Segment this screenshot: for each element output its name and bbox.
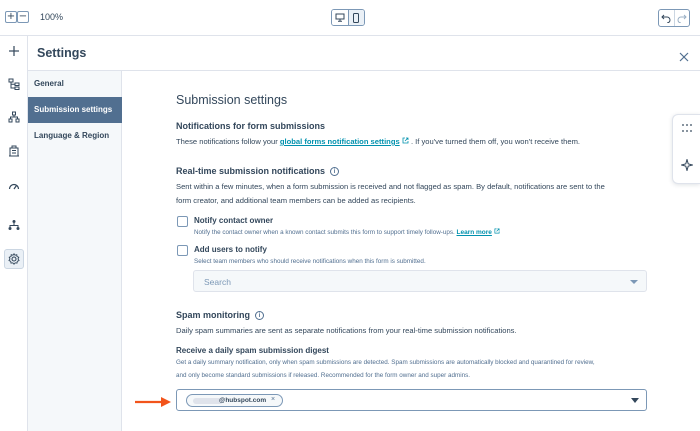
workflow-button[interactable]	[4, 107, 24, 127]
grid-dots-icon	[682, 124, 692, 132]
realtime-heading: Real-time submission notifications i	[176, 166, 340, 176]
close-icon	[679, 52, 689, 62]
top-toolbar: + − 100%	[0, 0, 700, 36]
tree-icon	[8, 78, 20, 90]
redo-button[interactable]	[673, 10, 689, 26]
gauge-icon	[8, 183, 20, 190]
zoom-out-button[interactable]: −	[17, 11, 29, 23]
info-icon[interactable]: i	[255, 311, 264, 320]
add-users-label: Add users to notify	[194, 245, 267, 254]
notify-owner-label: Notify contact owner	[194, 216, 274, 225]
add-users-help: Select team members who should receive n…	[194, 258, 426, 265]
device-toggle	[331, 9, 365, 26]
chevron-down-icon	[630, 280, 638, 284]
settings-button[interactable]	[4, 249, 24, 269]
search-placeholder: Search	[204, 277, 231, 287]
layers-button[interactable]	[4, 74, 24, 94]
spam-heading: Spam monitoring i	[176, 310, 264, 320]
building-icon	[9, 145, 19, 157]
notifications-text-before: These notifications follow your	[176, 137, 278, 146]
side-panel	[672, 114, 700, 184]
digest-recipient-select[interactable]: @hubspot.com ×	[176, 389, 647, 411]
digest-heading: Receive a daily spam submission digest	[176, 346, 329, 355]
remove-tag-icon[interactable]: ×	[271, 396, 275, 403]
zoom-in-button[interactable]: +	[5, 11, 17, 23]
nav-item-submission-settings[interactable]: Submission settings	[28, 97, 122, 123]
ai-assistant-button[interactable]	[679, 157, 695, 173]
nav-item-general[interactable]: General	[28, 71, 122, 97]
notify-owner-checkbox[interactable]	[177, 216, 188, 227]
redo-icon	[677, 14, 687, 23]
nav-item-language-region[interactable]: Language & Region	[28, 123, 122, 149]
desktop-icon	[335, 13, 345, 22]
learn-more-link[interactable]: Learn more	[457, 229, 492, 236]
undo-icon	[661, 14, 671, 23]
notifications-text-after: . If you've turned them off, you won't r…	[410, 137, 581, 146]
notify-owner-help-text: Notify the contact owner when a known co…	[194, 229, 455, 236]
notifications-heading: Notifications for form submissions	[176, 121, 326, 131]
email-tag: @hubspot.com ×	[186, 394, 283, 407]
gear-icon	[8, 253, 20, 265]
main-content: Submission settings Notifications for fo…	[122, 71, 700, 431]
digest-help-line2: and only become standard submissions if …	[176, 372, 471, 379]
digest-help-line1: Get a daily summary notification, only w…	[176, 359, 595, 366]
zoom-level: 100%	[40, 12, 64, 22]
close-button[interactable]	[678, 50, 690, 62]
hierarchy-button[interactable]	[4, 215, 24, 235]
realtime-heading-text: Real-time submission notifications	[176, 166, 326, 176]
settings-nav: General Submission settings Language & R…	[28, 71, 122, 431]
add-button[interactable]	[4, 41, 24, 61]
workflow-icon	[8, 111, 20, 123]
grid-dots-button[interactable]	[679, 120, 695, 136]
email-tag-label: @hubspot.com	[219, 397, 267, 404]
external-link-icon	[402, 137, 409, 144]
realtime-description-line1: Sent within a few minutes, when a form s…	[176, 182, 605, 191]
notifications-description: These notifications follow your global f…	[176, 135, 580, 149]
realtime-description-line2: form creator, and additional team member…	[176, 196, 416, 205]
page-title: Submission settings	[176, 93, 288, 107]
history-controls	[658, 9, 690, 27]
notify-owner-help: Notify the contact owner when a known co…	[194, 228, 500, 236]
building-button[interactable]	[4, 141, 24, 161]
add-users-checkbox[interactable]	[177, 245, 188, 256]
undo-button[interactable]	[659, 10, 674, 26]
settings-title: Settings	[37, 46, 87, 60]
spam-description: Daily spam summaries are sent as separat…	[176, 326, 517, 335]
spam-heading-text: Spam monitoring	[176, 310, 250, 320]
user-search-select[interactable]: Search	[193, 270, 647, 292]
mobile-icon	[353, 12, 360, 23]
desktop-preview-button[interactable]	[332, 10, 348, 25]
hierarchy-icon	[8, 220, 20, 230]
settings-header: Settings	[28, 36, 700, 71]
pointer-arrow	[135, 397, 171, 407]
external-link-icon	[494, 228, 500, 234]
info-icon[interactable]: i	[330, 167, 340, 176]
mobile-preview-button[interactable]	[347, 10, 364, 25]
performance-button[interactable]	[4, 176, 24, 196]
add-icon	[9, 46, 19, 56]
left-rail	[0, 36, 28, 431]
sparkle-icon	[681, 159, 693, 171]
global-settings-link[interactable]: global forms notification settings	[280, 137, 400, 146]
chevron-down-icon	[631, 398, 639, 403]
